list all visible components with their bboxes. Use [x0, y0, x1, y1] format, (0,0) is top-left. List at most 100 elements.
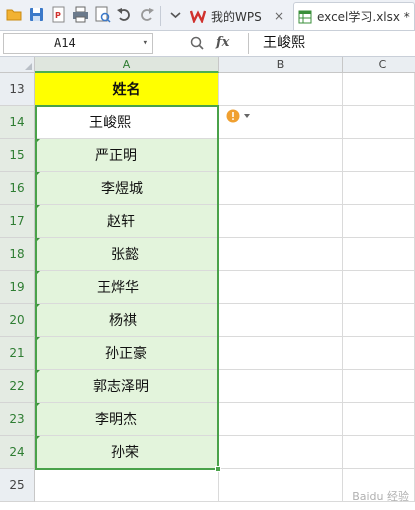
cell-c18[interactable] [343, 238, 415, 271]
name-value: 赵轩 [107, 214, 135, 230]
number-as-text-indicator [35, 337, 40, 342]
row-header-18[interactable]: 18 [0, 238, 35, 271]
cell-c22[interactable] [343, 370, 415, 403]
save-icon[interactable] [28, 6, 45, 23]
formula-input[interactable]: 王峻熙 [248, 33, 415, 54]
spreadsheet-file-icon [298, 10, 312, 23]
name-value: 孙荣 [111, 445, 139, 461]
name-box-value: A14 [54, 36, 76, 50]
number-as-text-indicator [35, 370, 40, 375]
cell-a22[interactable]: 郭志泽明 [35, 370, 219, 403]
redo-icon[interactable] [138, 6, 155, 23]
cell-c24[interactable] [343, 436, 415, 469]
tab-excel-file[interactable]: excel学习.xlsx * [293, 2, 415, 30]
cell-c23[interactable] [343, 403, 415, 436]
number-as-text-indicator [35, 304, 40, 309]
cell-b13[interactable] [219, 73, 343, 106]
name-value: 郭志泽明 [93, 379, 149, 395]
cell-a20[interactable]: 杨祺 [35, 304, 219, 337]
cell-a25[interactable] [35, 469, 219, 502]
cell-a15[interactable]: 严正明 [35, 139, 219, 172]
cell-b15[interactable] [219, 139, 343, 172]
row-header-16[interactable]: 16 [0, 172, 35, 205]
cell-b19[interactable] [219, 271, 343, 304]
row-header-23[interactable]: 23 [0, 403, 35, 436]
row-header-17[interactable]: 17 [0, 205, 35, 238]
cell-c19[interactable] [343, 271, 415, 304]
print-preview-icon[interactable] [94, 6, 111, 23]
row-header-19[interactable]: 19 [0, 271, 35, 304]
cell-a19[interactable]: 王烨华 [35, 271, 219, 304]
cell-c20[interactable] [343, 304, 415, 337]
quick-access-toolbar: P 我的WPS × excel学习.xlsx * [0, 0, 415, 31]
tab-label: 我的WPS [211, 9, 262, 24]
number-as-text-indicator [35, 139, 40, 144]
more-dropdown-icon[interactable] [167, 6, 184, 23]
watermark: Baidu 经验 [352, 490, 409, 503]
tab-my-wps[interactable]: 我的WPS × [190, 2, 288, 30]
close-tab-icon[interactable]: × [274, 9, 284, 23]
row-header-22[interactable]: 22 [0, 370, 35, 403]
column-title: 姓名 [112, 82, 141, 98]
row-header-20[interactable]: 20 [0, 304, 35, 337]
select-all-corner[interactable] [0, 57, 35, 73]
number-as-text-indicator [35, 271, 40, 276]
name-value: 李煜城 [101, 181, 143, 197]
insert-function-button[interactable]: fx [216, 35, 229, 50]
number-as-text-indicator [35, 238, 40, 243]
name-value: 孙正豪 [105, 346, 147, 362]
row-header-13[interactable]: 13 [0, 73, 35, 106]
cell-c16[interactable] [343, 172, 415, 205]
column-header-c[interactable]: C [343, 57, 415, 73]
toolbar-separator [160, 6, 161, 26]
cell-c13[interactable] [343, 73, 415, 106]
cell-a16[interactable]: 李煜城 [35, 172, 219, 205]
cell-c21[interactable] [343, 337, 415, 370]
cell-c14[interactable] [343, 106, 415, 139]
cell-b21[interactable] [219, 337, 343, 370]
cell-a21[interactable]: 孙正豪 [35, 337, 219, 370]
cell-a24[interactable]: 孙荣 [35, 436, 219, 469]
cell-a18[interactable]: 张懿 [35, 238, 219, 271]
print-icon[interactable] [72, 6, 89, 23]
cell-b18[interactable] [219, 238, 343, 271]
spreadsheet-grid: A B C 13 姓名 14 王峻熙 15 严正明 16 李煜城 17 赵轩 18 张懿 19 王烨华 20… [0, 57, 415, 510]
row-header-14[interactable]: 14 [0, 106, 35, 139]
name-value: 王峻熙 [89, 115, 131, 131]
row-header-25[interactable]: 25 [0, 469, 35, 502]
name-value: 严正明 [95, 148, 137, 164]
cell-c17[interactable] [343, 205, 415, 238]
number-as-text-indicator [35, 403, 40, 408]
name-box[interactable]: A14 ▾ [3, 33, 153, 54]
error-indicator-icon[interactable] [226, 109, 254, 123]
row-header-21[interactable]: 21 [0, 337, 35, 370]
cell-b22[interactable] [219, 370, 343, 403]
fill-handle[interactable] [215, 466, 221, 472]
cell-a14[interactable]: 王峻熙 [35, 106, 219, 139]
open-folder-icon[interactable] [6, 6, 23, 23]
tab-label: excel学习.xlsx * [317, 10, 410, 24]
cell-b24[interactable] [219, 436, 343, 469]
formula-bar: A14 ▾ fx 王峻熙 [0, 31, 415, 57]
row-header-15[interactable]: 15 [0, 139, 35, 172]
cell-b17[interactable] [219, 205, 343, 238]
name-value: 王烨华 [97, 280, 139, 296]
zoom-formula-icon[interactable] [190, 36, 204, 50]
cell-a23[interactable]: 李明杰 [35, 403, 219, 436]
column-header-a[interactable]: A [35, 57, 219, 73]
name-value: 张懿 [111, 247, 139, 263]
chevron-down-icon[interactable]: ▾ [143, 34, 148, 53]
export-pdf-icon[interactable]: P [50, 6, 67, 23]
cell-a13[interactable]: 姓名 [35, 73, 219, 106]
number-as-text-indicator [35, 205, 40, 210]
column-header-b[interactable]: B [219, 57, 343, 73]
cell-b25[interactable] [219, 469, 343, 502]
name-value: 李明杰 [95, 412, 137, 428]
row-header-24[interactable]: 24 [0, 436, 35, 469]
cell-b23[interactable] [219, 403, 343, 436]
cell-a17[interactable]: 赵轩 [35, 205, 219, 238]
cell-c15[interactable] [343, 139, 415, 172]
cell-b16[interactable] [219, 172, 343, 205]
cell-b20[interactable] [219, 304, 343, 337]
undo-icon[interactable] [116, 6, 133, 23]
